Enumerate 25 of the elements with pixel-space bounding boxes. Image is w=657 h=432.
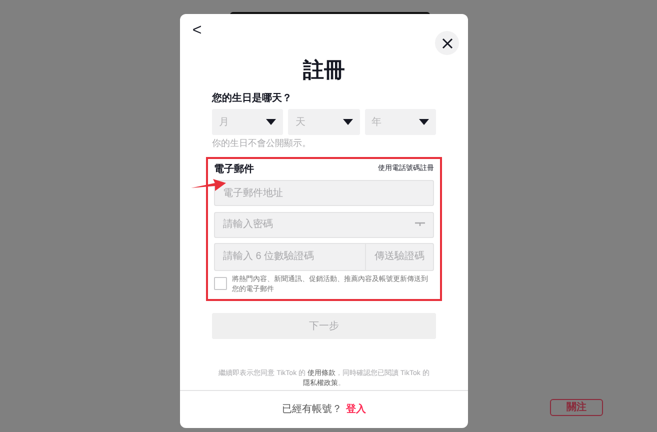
select-placeholder: 月: [219, 116, 229, 130]
close-button[interactable]: [435, 31, 459, 55]
caret-icon: [418, 119, 429, 125]
password-input-field[interactable]: 請輸入密碼: [214, 212, 434, 238]
select-placeholder: 年: [372, 116, 382, 130]
birthday-label: 您的生日是哪天？: [212, 94, 293, 104]
caret-icon: [342, 119, 353, 125]
login-link[interactable]: 登入: [346, 402, 366, 417]
code-input-field[interactable]: 請輸入 6 位數驗證碼: [214, 242, 366, 270]
dialog-title: 註冊: [303, 60, 345, 81]
back-button[interactable]: <: [190, 22, 204, 40]
birthday-select[interactable]: 天: [288, 109, 360, 135]
select-placeholder: 天: [295, 116, 306, 130]
birthday-hint: 你的生日不會公開顯示。: [212, 139, 312, 148]
consent-checkbox[interactable]: [214, 276, 227, 290]
account-question: 已經有帳號？: [282, 402, 342, 417]
email-label: 電子郵件: [214, 162, 254, 177]
birthday-select[interactable]: 月: [212, 109, 284, 135]
hidden-password-icon[interactable]: [415, 222, 425, 227]
caret-icon: [266, 119, 276, 125]
send-code-button[interactable]: 傳送驗證碼: [366, 242, 434, 270]
close-icon: [442, 38, 452, 48]
email-input-field[interactable]: 電子郵件地址: [214, 180, 434, 206]
birthday-select[interactable]: 年: [364, 109, 436, 135]
follow-button[interactable]: 關注: [550, 399, 603, 416]
